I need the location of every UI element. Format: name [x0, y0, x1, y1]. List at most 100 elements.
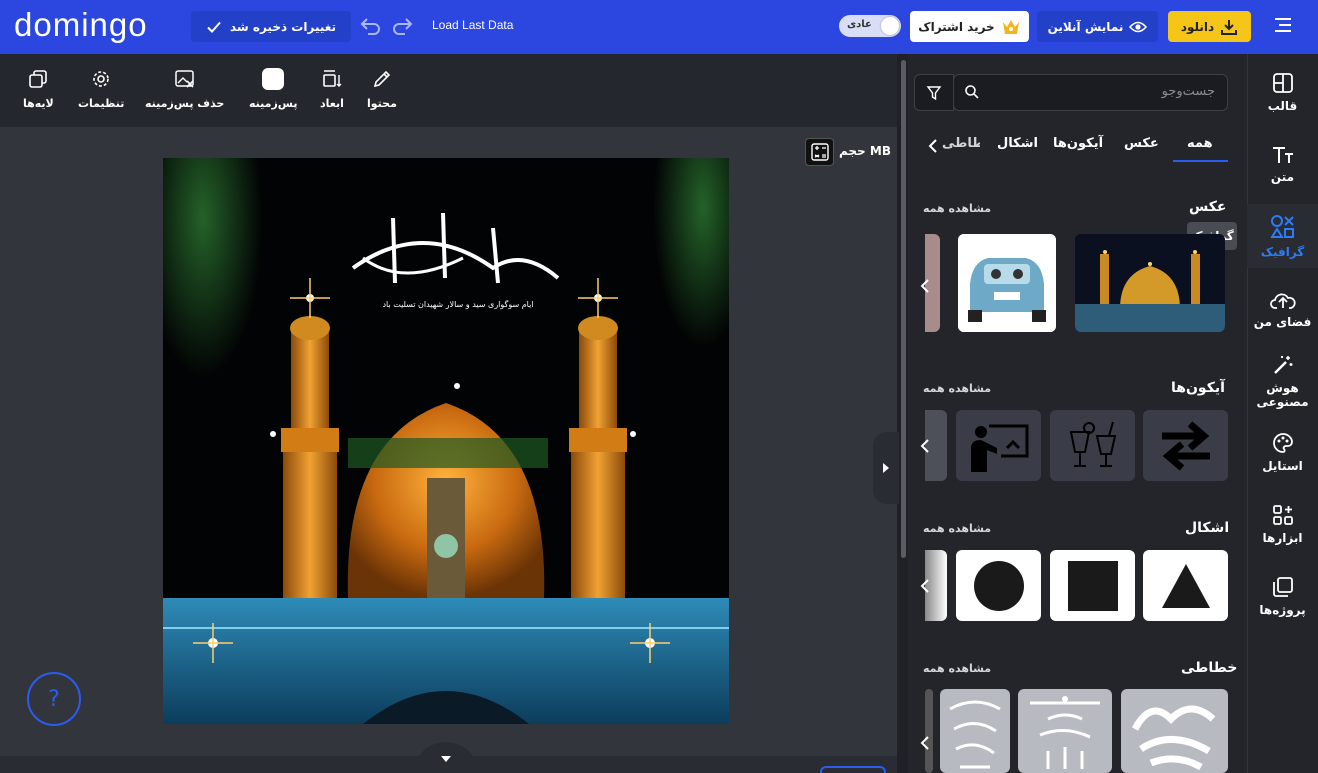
- nav-style[interactable]: استایل: [1247, 432, 1318, 482]
- layers-icon: [27, 68, 49, 90]
- eid-calligraphy-3: [949, 700, 1001, 769]
- help-button[interactable]: ?: [27, 672, 81, 726]
- nav-template[interactable]: قالب: [1247, 72, 1318, 122]
- collapse-panel-button[interactable]: [873, 432, 899, 504]
- tab-all[interactable]: همه: [1187, 136, 1213, 151]
- eid-calligraphy-1: [1131, 705, 1216, 771]
- remove-background-tool[interactable]: حذف پس‌زمینه: [145, 68, 224, 110]
- chevron-left-icon[interactable]: [926, 139, 940, 153]
- background-tool[interactable]: پس‌زمینه: [249, 68, 297, 110]
- subscribe-label: خرید اشتراک: [918, 19, 995, 34]
- filter-button[interactable]: [914, 74, 954, 111]
- shrine-artwork: [163, 158, 729, 724]
- text-icon: [1272, 147, 1293, 163]
- nav-tools[interactable]: ابزارها: [1247, 504, 1318, 554]
- calligraphy-card-1[interactable]: [1121, 689, 1228, 773]
- see-all-icons-link[interactable]: مشاهده همه: [923, 382, 991, 395]
- content-tool[interactable]: محتوا: [367, 68, 397, 110]
- cloud-upload-icon: [1269, 293, 1296, 309]
- calligraphy-scroll-left[interactable]: [918, 736, 932, 750]
- section-title-shapes: اشکال: [1185, 520, 1230, 536]
- nav-tools-label: ابزارها: [1262, 531, 1303, 545]
- tab-icons[interactable]: آیکون‌ها: [1053, 136, 1103, 151]
- nav-graphic[interactable]: گرافیک: [1247, 204, 1318, 268]
- layout-icon: [1272, 73, 1293, 93]
- shape-card-circle[interactable]: [956, 550, 1041, 621]
- icon-card-swap[interactable]: [1143, 410, 1228, 481]
- see-all-photos-link[interactable]: مشاهده همه: [923, 202, 991, 215]
- layers-tool[interactable]: لایه‌ها: [23, 68, 54, 110]
- palette-icon: [1272, 433, 1293, 453]
- nav-ai[interactable]: هوش مصنوعی: [1247, 354, 1318, 414]
- panel-scrollbar[interactable]: [901, 60, 906, 558]
- design-canvas[interactable]: ایام سوگواری سید و سالار شهیدان تسلیت با…: [163, 158, 729, 724]
- folder-stack-icon: [1272, 577, 1293, 597]
- online-preview-label: نمایش آنلاین: [1047, 19, 1124, 34]
- mode-toggle-label: عادی: [847, 19, 872, 30]
- nav-projects[interactable]: پروژه‌ها: [1247, 576, 1318, 626]
- layers-tool-label: لایه‌ها: [23, 97, 54, 110]
- menu-button[interactable]: [1272, 15, 1294, 37]
- nav-template-label: قالب: [1267, 99, 1298, 113]
- see-all-calligraphy-link[interactable]: مشاهده همه: [923, 662, 991, 675]
- background-tool-label: پس‌زمینه: [249, 97, 298, 110]
- photo-card-car[interactable]: [958, 234, 1056, 332]
- nav-my-space-label: فضای من: [1253, 315, 1312, 329]
- top-bar: domingo تغییرات ذخیره شد Load Last Data …: [0, 0, 1318, 54]
- subscribe-button[interactable]: خرید اشتراک: [910, 11, 1029, 42]
- redo-button[interactable]: [391, 14, 415, 38]
- asset-search-field[interactable]: جست‌وجو: [953, 74, 1228, 111]
- shape-card-triangle[interactable]: [1143, 550, 1228, 621]
- hamburger-icon: [1275, 18, 1291, 32]
- eid-calligraphy-2: [1030, 696, 1100, 769]
- tab-shapes[interactable]: اشکال: [997, 136, 1038, 151]
- content-tool-label: محتوا: [367, 97, 397, 110]
- nav-my-space[interactable]: فضای من: [1247, 290, 1318, 340]
- settings-tool[interactable]: تنظیمات: [78, 68, 124, 110]
- tab-photos[interactable]: عکس: [1124, 136, 1159, 151]
- undo-button[interactable]: [358, 14, 382, 38]
- page-thumbnail[interactable]: [820, 766, 886, 773]
- caret-right-icon: [883, 463, 889, 473]
- logo[interactable]: domingo: [14, 6, 148, 44]
- editor-toolbar: محتوا ابعاد پس‌زمینه حذف پس‌زمینه تنظیما…: [0, 54, 897, 127]
- tab-calligraphy[interactable]: خطاطی: [942, 136, 980, 151]
- swap-arrows-icon: [1161, 420, 1210, 471]
- undo-icon: [360, 18, 380, 35]
- check-icon: [207, 21, 221, 33]
- nav-text[interactable]: متن: [1247, 145, 1318, 195]
- calligraphy-card-3[interactable]: [940, 689, 1010, 773]
- file-size-button[interactable]: [805, 138, 834, 166]
- load-last-data-link[interactable]: Load Last Data: [432, 18, 513, 32]
- nav-style-label: استایل: [1262, 459, 1303, 473]
- search-input[interactable]: جست‌وجو: [1162, 84, 1215, 99]
- calligraphy-card-2[interactable]: [1018, 689, 1112, 773]
- saved-changes-label: تغییرات ذخیره شد: [229, 19, 337, 34]
- icon-card-presentation[interactable]: [956, 410, 1041, 481]
- icon-card-drinks[interactable]: [1050, 410, 1135, 481]
- download-button[interactable]: دانلود: [1168, 11, 1251, 42]
- mode-toggle[interactable]: عادی: [839, 15, 901, 37]
- download-label: دانلود: [1180, 19, 1215, 34]
- shape-card-square[interactable]: [1050, 550, 1135, 621]
- magic-wand-icon: [1273, 356, 1292, 374]
- dimensions-tool-label: ابعاد: [320, 97, 344, 110]
- see-all-shapes-link[interactable]: مشاهده همه: [923, 522, 991, 535]
- nav-graphic-label: گرافیک: [1260, 245, 1305, 259]
- eye-icon: [1129, 21, 1148, 32]
- redo-icon: [393, 18, 413, 35]
- calligraphy-card-partial[interactable]: [925, 689, 933, 773]
- filter-icon: [926, 85, 942, 100]
- car-thumbnail: [958, 234, 1056, 332]
- shrine-thumbnail: [1075, 234, 1225, 332]
- icons-scroll-left[interactable]: [918, 439, 932, 453]
- background-swatch-icon: [262, 68, 285, 90]
- active-tab-indicator: [1173, 160, 1228, 162]
- shapes-scroll-left[interactable]: [918, 579, 932, 593]
- photo-card-shrine[interactable]: [1075, 234, 1225, 332]
- toggle-knob: [881, 17, 899, 35]
- photos-scroll-left[interactable]: [918, 279, 932, 293]
- dimensions-tool[interactable]: ابعاد: [320, 68, 344, 110]
- saved-changes-button[interactable]: تغییرات ذخیره شد: [191, 11, 351, 42]
- online-preview-button[interactable]: نمایش آنلاین: [1037, 11, 1158, 42]
